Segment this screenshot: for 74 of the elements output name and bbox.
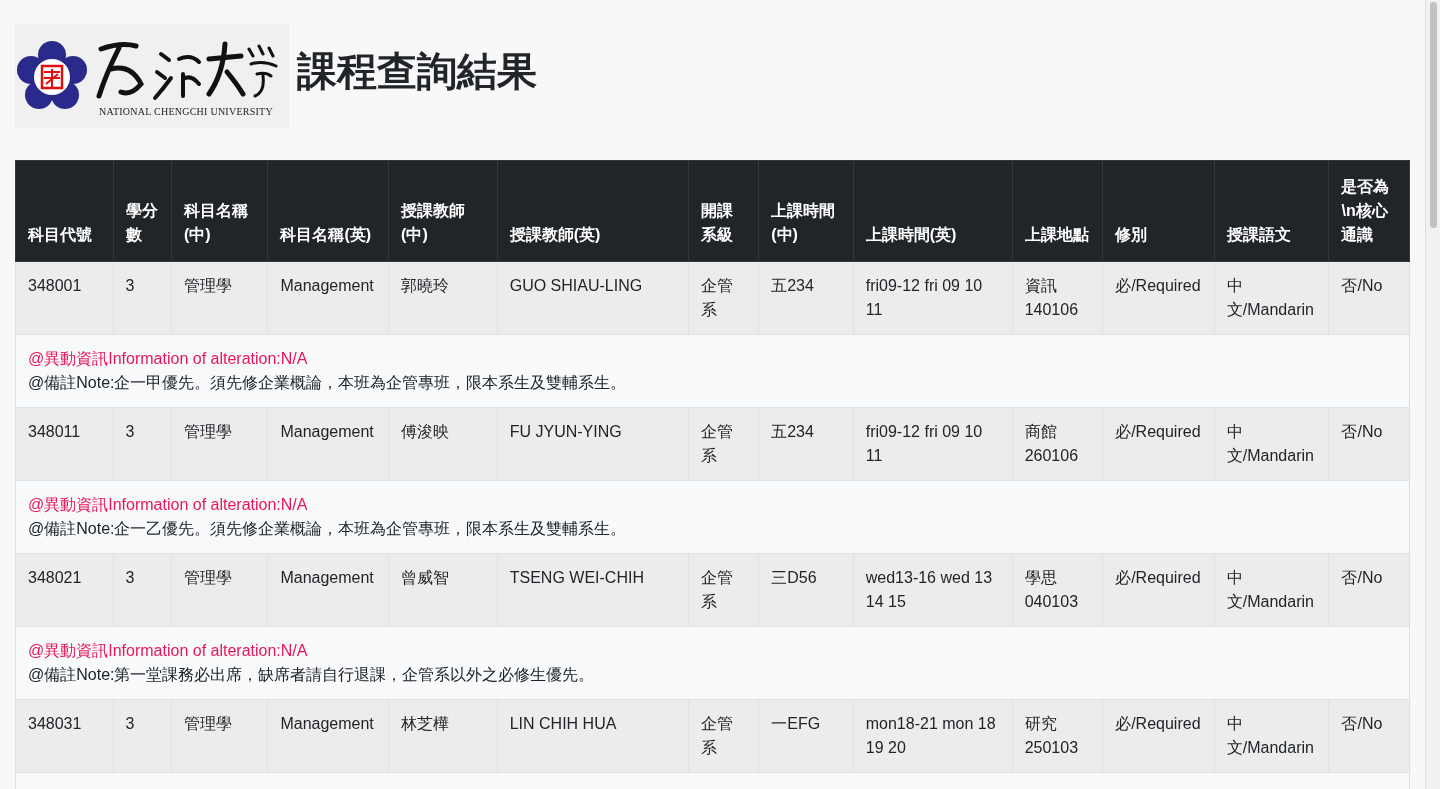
table-cell: 商館 260106 (1012, 407, 1103, 481)
table-cell: 三D56 (758, 553, 854, 627)
column-header: 修別 (1102, 160, 1215, 262)
table-cell: 中文/Mandarin (1214, 261, 1329, 335)
table-cell: 一EFG (758, 699, 854, 773)
table-cell: FU JYUN-YING (497, 407, 689, 481)
column-header: 授課教師(英) (497, 160, 689, 262)
table-cell: 否/No (1328, 699, 1410, 773)
table-cell: 五234 (758, 407, 854, 481)
alteration-info: @異動資訊Information of alteration:N/A (28, 641, 309, 661)
table-cell: 中文/Mandarin (1214, 553, 1329, 627)
table-cell: 必/Required (1102, 261, 1215, 335)
note-text: @備註Note:企一乙優先。須先修企業概論，本班為企管專班，限本系生及雙輔系生。 (28, 519, 628, 539)
table-cell: Management (267, 407, 389, 481)
table-cell: 否/No (1328, 261, 1410, 335)
column-header: 學分數 (113, 160, 172, 262)
table-cell: 3 (113, 261, 172, 335)
table-cell: 3 (113, 553, 172, 627)
table-cell: 企管系 (688, 553, 759, 627)
table-cell: Management (267, 699, 389, 773)
note-text: @備註Note:企一甲優先。須先修企業概論，本班為企管專班，限本系生及雙輔系生。 (28, 373, 628, 393)
table-cell: GUO SHIAU-LING (497, 261, 689, 335)
table-cell: 348011 (15, 407, 114, 481)
table-cell: 管理學 (171, 407, 268, 481)
table-cell: TSENG WEI-CHIH (497, 553, 689, 627)
table-cell: 學思 040103 (1012, 553, 1103, 627)
table-cell: 3 (113, 407, 172, 481)
table-cell: 348021 (15, 553, 114, 627)
table-cell: 管理學 (171, 261, 268, 335)
column-header: 科目名稱(英) (267, 160, 389, 262)
column-header: 開課系級 (688, 160, 759, 262)
table-cell: 資訊 140106 (1012, 261, 1103, 335)
table-cell: 348031 (15, 699, 114, 773)
table-cell: 企管系 (688, 261, 759, 335)
table-cell: 林芝樺 (388, 699, 498, 773)
page-title: 課程查詢結果 (297, 48, 537, 95)
table-cell: 企管系 (688, 699, 759, 773)
table-cell: 傅浚映 (388, 407, 498, 481)
column-header: 科目代號 (15, 160, 114, 262)
alteration-info: @異動資訊Information of alteration:N/A (28, 349, 309, 369)
column-header: 科目名稱(中) (171, 160, 268, 262)
table-cell: 曾威智 (388, 553, 498, 627)
table-cell: 必/Required (1102, 407, 1215, 481)
table-cell: 中文/Mandarin (1214, 699, 1329, 773)
table-cell: fri09-12 fri 09 10 11 (853, 407, 1013, 481)
table-cell: LIN CHIH HUA (497, 699, 689, 773)
column-header: 授課語文 (1214, 160, 1329, 262)
emblem-icon (17, 41, 87, 111)
table-cell: fri09-12 fri 09 10 11 (853, 261, 1013, 335)
table-cell: Management (267, 553, 389, 627)
table-cell: 必/Required (1102, 699, 1215, 773)
table-cell: 企管系 (688, 407, 759, 481)
column-header: 授課教師(中) (388, 160, 498, 262)
column-header: 上課時間(中) (758, 160, 854, 262)
table-cell: 348001 (15, 261, 114, 335)
table-cell: 管理學 (171, 553, 268, 627)
table-cell: wed13-16 wed 13 14 15 (853, 553, 1013, 627)
column-header: 上課時間(英) (853, 160, 1013, 262)
table-cell: 否/No (1328, 553, 1410, 627)
table-cell: 研究 250103 (1012, 699, 1103, 773)
table-cell: 必/Required (1102, 553, 1215, 627)
table-cell: 管理學 (171, 699, 268, 773)
table-cell: mon18-21 mon 18 19 20 (853, 699, 1013, 773)
table-cell: 五234 (758, 261, 854, 335)
note-text: @備註Note:第一堂課務必出席，缺席者請自行退課，企管系以外之必修生優先。 (28, 665, 596, 685)
table-cell: 否/No (1328, 407, 1410, 481)
table-cell: Management (267, 261, 389, 335)
column-header: 上課地點 (1012, 160, 1103, 262)
table-cell: 中文/Mandarin (1214, 407, 1329, 481)
university-name: NATIONAL CHENGCHI UNIVERSITY (99, 104, 273, 119)
column-header: 是否為\n核心通識 (1328, 160, 1410, 262)
table-cell: 郭曉玲 (388, 261, 498, 335)
table-cell: 3 (113, 699, 172, 773)
alteration-info: @異動資訊Information of alteration:N/A (28, 495, 309, 515)
